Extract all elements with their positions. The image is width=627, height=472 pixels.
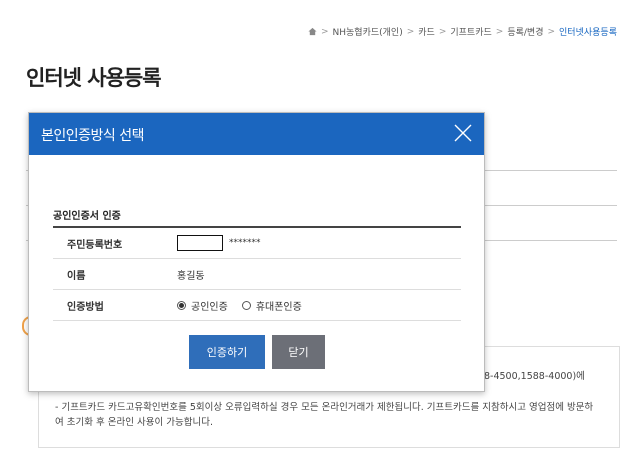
form-row-name: 이름 홍길동 <box>53 259 461 290</box>
method-label: 인증방법 <box>67 301 104 313</box>
breadcrumb-separator: > <box>495 26 504 37</box>
rrn-value: ******* <box>163 235 461 251</box>
radio-option-phone[interactable]: 휴대폰인증 <box>241 298 310 313</box>
breadcrumb: > NH농협카드(개인) > 카드 > 기프트카드 > 등록/변경 > 인터넷사… <box>308 25 617 38</box>
modal-title: 본인인증방식 선택 <box>41 128 145 144</box>
close-button[interactable]: 닫기 <box>272 335 325 369</box>
section-title: 공인인증서 인증 <box>53 211 121 222</box>
breadcrumb-separator: > <box>320 26 329 37</box>
notice-text: - 기프트카드 카드고유확인번호를 5회이상 오류입력하실 경우 모든 온라인거… <box>55 402 594 428</box>
rrn-label: 주민등록번호 <box>67 239 123 251</box>
radio-label-cert[interactable]: 공인인증 <box>191 298 228 313</box>
form-row-method: 인증방법 공인인증 휴대폰인증 <box>53 290 461 321</box>
name-label: 이름 <box>67 270 86 282</box>
auth-form-table: 주민등록번호 ******* 이름 홍길동 인증방법 공인인증 휴대폰인증 <box>53 226 461 321</box>
rrn-front-input[interactable] <box>177 235 223 251</box>
radio-button-cert[interactable] <box>177 300 186 310</box>
page-title: 인터넷 사용등록 <box>26 66 162 90</box>
auth-method-modal: 본인인증방식 선택 공인인증서 인증 주민등록번호 ******* 이름 홍길동… <box>28 112 485 392</box>
breadcrumb-separator: > <box>406 26 415 37</box>
notice-phone-text: 8-4500,1588-4000)에 <box>484 371 585 382</box>
breadcrumb-item[interactable]: 기프트카드 <box>450 25 491 38</box>
breadcrumb-item[interactable]: NH농협카드(개인) <box>333 25 403 38</box>
method-options: 공인인증 휴대폰인증 <box>163 298 461 313</box>
home-icon[interactable] <box>308 27 317 36</box>
radio-button-phone[interactable] <box>241 300 251 310</box>
breadcrumb-item[interactable]: 카드 <box>418 25 435 38</box>
form-row-rrn: 주민등록번호 ******* <box>53 228 461 259</box>
breadcrumb-item[interactable]: 등록/변경 <box>507 25 543 38</box>
name-value: 홍길동 <box>177 270 205 282</box>
authenticate-button[interactable]: 인증하기 <box>189 335 265 369</box>
breadcrumb-current: 인터넷사용등록 <box>559 28 617 38</box>
close-icon[interactable] <box>452 122 474 144</box>
modal-header: 본인인증방식 선택 <box>29 113 484 155</box>
breadcrumb-separator: > <box>438 26 447 37</box>
radio-option-cert[interactable]: 공인인증 <box>177 298 236 313</box>
breadcrumb-separator: > <box>547 26 556 37</box>
radio-label-phone[interactable]: 휴대폰인증 <box>256 298 302 313</box>
rrn-masked-back: ******* <box>229 238 261 248</box>
